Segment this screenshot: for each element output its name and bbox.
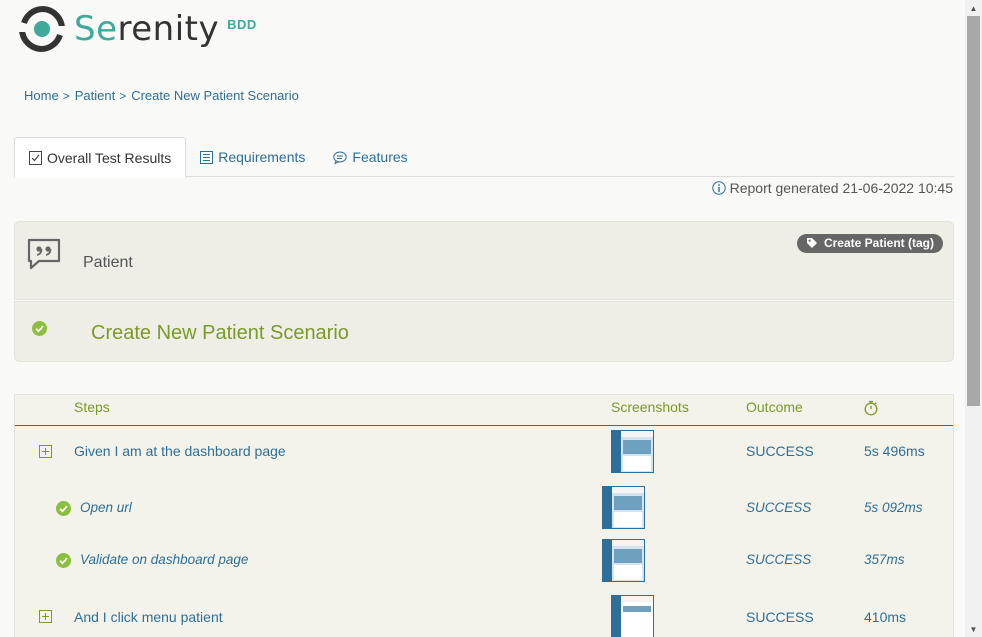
scroll-up-icon[interactable]: ▲: [965, 0, 982, 16]
logo-bdd-badge: BDD: [227, 16, 257, 32]
report-tabs: Overall Test Results Requirements Featur…: [14, 137, 954, 178]
chevron-right-icon: >: [62, 88, 70, 103]
step-label: Given I am at the dashboard page: [74, 443, 286, 459]
report-generated-text: Report generated 21-06-2022 10:45: [729, 180, 953, 196]
breadcrumb-current[interactable]: Create New Patient Scenario: [131, 88, 299, 103]
info-icon: [711, 181, 726, 195]
success-check-icon: [32, 321, 47, 336]
steps-table: Steps Screenshots Outcome Given I am at …: [14, 394, 954, 637]
success-check-icon: [56, 501, 71, 516]
tab-overall-test-results[interactable]: Overall Test Results: [14, 137, 187, 178]
table-row: And I click menu patient SUCCESS 410ms: [15, 595, 953, 637]
table-row: Validate on dashboard page SUCCESS 357ms: [15, 539, 953, 585]
step-outcome: SUCCESS: [746, 609, 814, 625]
scenario-title: Create New Patient Scenario: [91, 322, 349, 344]
tag-label: Create Patient (tag): [823, 236, 934, 250]
tab-label: Overall Test Results: [47, 149, 172, 166]
expand-step-icon[interactable]: [39, 445, 52, 458]
step-label: Open url: [80, 500, 132, 515]
requirement-panel: Patient Create Patient (tag): [14, 221, 954, 300]
serenity-logo[interactable]: Serenity BDD: [18, 4, 257, 54]
stopwatch-icon: [864, 400, 878, 416]
breadcrumb-patient[interactable]: Patient: [75, 88, 115, 103]
chevron-right-icon: >: [119, 88, 127, 103]
book-icon: [200, 150, 214, 164]
table-row: Open url SUCCESS 5s 092ms: [15, 486, 953, 532]
serenity-logo-icon: [18, 6, 66, 52]
checklist-icon: [29, 150, 42, 165]
step-duration: 410ms: [864, 609, 907, 625]
step-duration: 5s 496ms: [864, 443, 925, 459]
step-outcome: SUCCESS: [746, 443, 814, 459]
tab-label: Requirements: [218, 149, 306, 165]
table-row: Given I am at the dashboard page SUCCESS…: [15, 430, 953, 480]
breadcrumb: Home > Patient > Create New Patient Scen…: [24, 88, 299, 103]
screenshot-thumbnail[interactable]: [611, 595, 654, 637]
step-duration: 357ms: [864, 552, 905, 567]
requirement-name[interactable]: Patient: [83, 254, 133, 272]
scenario-panel: Create New Patient Scenario: [14, 301, 954, 362]
tab-label: Features: [352, 149, 408, 165]
quote-bubble-icon: [27, 238, 61, 270]
screenshot-thumbnail[interactable]: [602, 486, 645, 529]
tag-badge[interactable]: Create Patient (tag): [796, 234, 943, 253]
scrollbar-thumb[interactable]: [967, 16, 980, 406]
steps-table-header: Steps Screenshots Outcome: [15, 395, 953, 426]
screenshot-thumbnail[interactable]: [602, 539, 645, 582]
step-label: Validate on dashboard page: [80, 552, 249, 567]
header-outcome: Outcome: [746, 399, 803, 415]
step-outcome: SUCCESS: [746, 552, 812, 567]
comments-icon: [333, 151, 348, 164]
breadcrumb-home[interactable]: Home: [24, 88, 59, 103]
success-check-icon: [56, 553, 71, 568]
screenshot-thumbnail[interactable]: [611, 430, 654, 473]
expand-step-icon[interactable]: [39, 610, 52, 623]
vertical-scrollbar[interactable]: ▲ ▼: [965, 0, 982, 637]
tab-requirements[interactable]: Requirements: [186, 137, 319, 177]
logo-wordmark: Serenity: [74, 9, 220, 49]
header-steps: Steps: [74, 399, 110, 415]
tab-features[interactable]: Features: [319, 137, 421, 177]
step-duration: 5s 092ms: [864, 500, 923, 515]
scroll-down-icon[interactable]: ▼: [965, 621, 982, 637]
tag-icon: [806, 238, 817, 248]
step-outcome: SUCCESS: [746, 500, 812, 515]
step-label: And I click menu patient: [74, 609, 223, 625]
report-generated: Report generated 21-06-2022 10:45: [711, 180, 953, 196]
header-screenshots: Screenshots: [611, 399, 689, 415]
